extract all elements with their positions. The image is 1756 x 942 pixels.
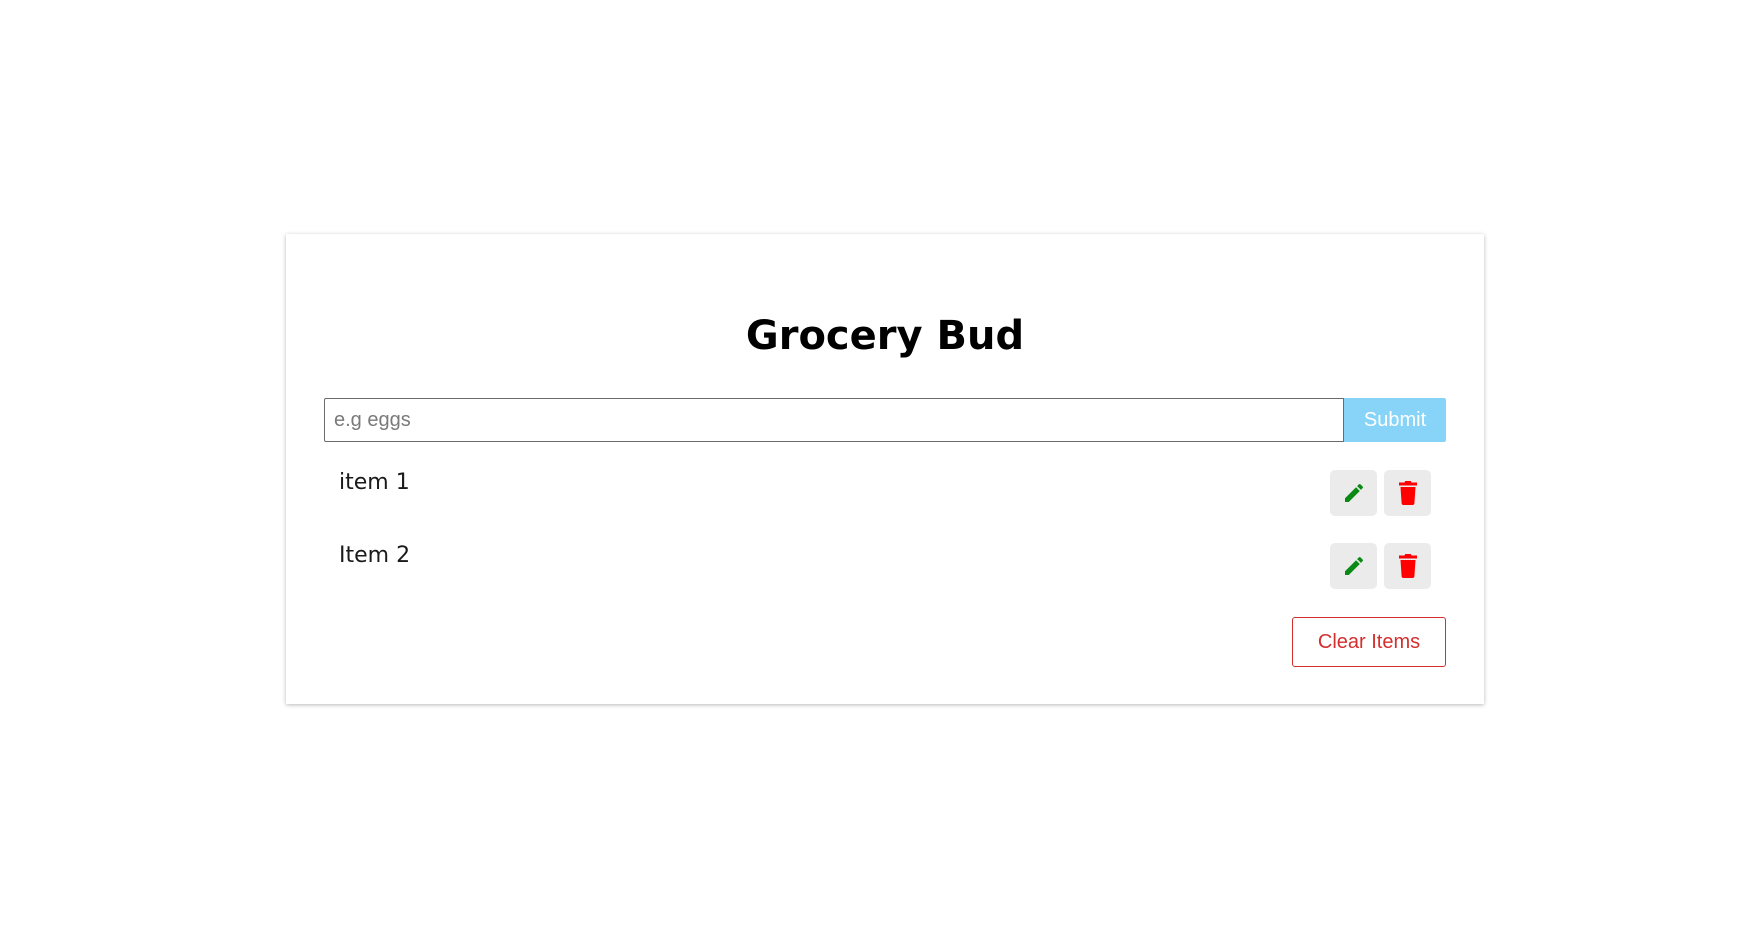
grocery-input[interactable] bbox=[324, 398, 1344, 442]
edit-button[interactable] bbox=[1330, 470, 1377, 516]
pencil-icon bbox=[1344, 556, 1363, 575]
item-label: item 1 bbox=[339, 470, 410, 495]
grocery-list: item 1 Item 2 bbox=[324, 470, 1446, 616]
item-actions bbox=[1330, 543, 1431, 589]
trash-icon bbox=[1398, 554, 1417, 578]
grocery-card: Grocery Bud Submit item 1 bbox=[286, 234, 1484, 704]
pencil-icon bbox=[1344, 483, 1363, 502]
trash-icon bbox=[1398, 481, 1417, 505]
add-item-form: Submit bbox=[324, 398, 1446, 442]
delete-button[interactable] bbox=[1384, 543, 1431, 589]
edit-button[interactable] bbox=[1330, 543, 1377, 589]
item-label: Item 2 bbox=[339, 543, 411, 568]
submit-button[interactable]: Submit bbox=[1344, 398, 1446, 442]
page-title: Grocery Bud bbox=[745, 313, 1025, 359]
list-item: item 1 bbox=[324, 470, 1446, 520]
list-item: Item 2 bbox=[324, 543, 1446, 593]
item-actions bbox=[1330, 470, 1431, 516]
delete-button[interactable] bbox=[1384, 470, 1431, 516]
clear-items-button[interactable]: Clear Items bbox=[1292, 617, 1446, 667]
